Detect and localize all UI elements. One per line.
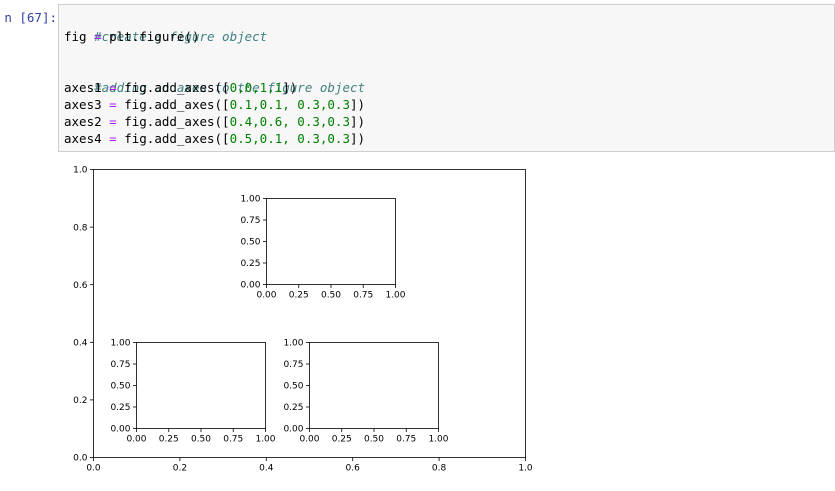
axes2-xtick-label: 0.00: [256, 291, 276, 301]
code-operator: =: [86, 29, 110, 44]
code-variable: axes3: [64, 97, 102, 112]
figure: 0.0 0.2 0.4 0.6 0.8 1.0 0.0 0.2 0.4 0.6 0.8 1.0 0.00…: [73, 166, 533, 474]
code-line: axes1 = fig.add_axes([0,0,1,1]): [64, 79, 297, 96]
axes3-xtick-label: 0.25: [159, 435, 179, 445]
axes4-ytick-label: 0.25: [283, 403, 303, 413]
axes1-ytick-label: 0.6: [73, 281, 88, 291]
code-operator: =: [101, 80, 125, 95]
code-line: axes3 = fig.add_axes([0.1,0.1, 0.3,0.3]): [64, 96, 365, 113]
axes2-ytick-label: 0.25: [240, 259, 260, 269]
code-operator: =: [101, 97, 125, 112]
code-text: ]): [350, 97, 366, 112]
axes3-frame: [136, 342, 266, 429]
axes1-ytick-label: 0.0: [73, 454, 88, 464]
axes1-ytick-label: 1.0: [73, 166, 88, 176]
axes1-xtick-label: 0.0: [86, 464, 101, 474]
axes3-xtick-label: 0.00: [126, 435, 146, 445]
axes2-xtick-label: 0.25: [289, 291, 309, 301]
axes1-ytick-label: 0.8: [73, 223, 88, 233]
axes1-xtick-label: 1.0: [518, 464, 533, 474]
code-line: #adding an axes to the figure object: [64, 62, 365, 95]
axes3-xtick-label: 1.00: [255, 435, 275, 445]
code-variable: axes4: [64, 131, 102, 146]
code-text: fig.add_axes([: [124, 97, 230, 112]
code-text: ]): [282, 80, 298, 95]
axes1-xtick-label: 0.4: [259, 464, 274, 474]
code-text: ]): [350, 131, 366, 146]
axes2-ytick-label: 0.50: [240, 238, 260, 248]
axes3-xtick-label: 0.75: [223, 435, 243, 445]
axes3-ytick-label: 0.75: [110, 360, 130, 370]
axes2-ytick-label: 0.00: [240, 281, 260, 291]
code-variable: fig: [64, 29, 87, 44]
axes2-ytick-label: 0.75: [240, 216, 260, 226]
code-text: fig.add_axes([: [124, 131, 230, 146]
axes1-xtick-label: 0.6: [346, 464, 361, 474]
code-line: #create a figure object: [64, 11, 267, 44]
code-numbers: 0.5,0.1, 0.3,0.3: [229, 131, 350, 146]
axes2-xtick-label: 1.00: [385, 291, 405, 301]
code-text: fig.add_axes([: [124, 80, 230, 95]
code-operator: =: [101, 131, 125, 146]
axes2-xtick-label: 0.50: [321, 291, 341, 301]
code-cell[interactable]: #create a figure object fig = plt.figure…: [58, 4, 835, 152]
axes2-xtick-label: 0.75: [353, 291, 373, 301]
axes1-ytick-label: 0.4: [73, 339, 88, 349]
axes4-ytick-label: 0.75: [283, 360, 303, 370]
code-line: axes2 = fig.add_axes([0.4,0.6, 0.3,0.3]): [64, 113, 365, 130]
axes1-xtick-label: 0.2: [173, 464, 187, 474]
output-area: 0.0 0.2 0.4 0.6 0.8 1.0 0.0 0.2 0.4 0.6 0.8 1.0 0.00…: [58, 152, 835, 491]
code-line: fig = plt.figure(): [64, 28, 199, 45]
code-numbers: 0,0,1,1: [229, 80, 283, 95]
code-operator: =: [101, 114, 125, 129]
axes4-xtick-label: 0.25: [332, 435, 352, 445]
code-numbers: 0.4,0.6, 0.3,0.3: [229, 114, 350, 129]
axes3-ytick-label: 0.00: [110, 425, 130, 435]
axes3-ytick-label: 1.00: [110, 339, 130, 349]
axes4-xtick-label: 0.50: [364, 435, 384, 445]
axes2-frame: [266, 198, 396, 285]
axes4-xtick-label: 1.00: [428, 435, 448, 445]
axes4-xtick-label: 0.75: [396, 435, 416, 445]
code-text: fig.add_axes([: [124, 114, 230, 129]
input-prompt: n [67]:: [0, 10, 60, 28]
axes1-ytick-label: 0.2: [73, 396, 87, 406]
axes4-xtick-label: 0.00: [299, 435, 319, 445]
code-variable: axes1: [64, 80, 102, 95]
axes3-ytick-label: 0.25: [110, 403, 130, 413]
axes4-ytick-label: 0.00: [283, 425, 303, 435]
code-variable: axes2: [64, 114, 102, 129]
axes2-ytick-label: 1.00: [240, 195, 260, 205]
axes1-xtick-label: 0.8: [432, 464, 447, 474]
prompt-label: n [67]:: [4, 10, 57, 25]
code-text: ]): [350, 114, 366, 129]
axes4-frame: [309, 342, 439, 429]
axes4-ytick-label: 1.00: [283, 339, 303, 349]
axes3-ytick-label: 0.50: [110, 382, 130, 392]
code-numbers: 0.1,0.1, 0.3,0.3: [229, 97, 350, 112]
axes3-xtick-label: 0.50: [191, 435, 211, 445]
code-line: axes4 = fig.add_axes([0.5,0.1, 0.3,0.3]): [64, 130, 365, 147]
axes4-ytick-label: 0.50: [283, 382, 303, 392]
code-text: plt.figure(): [109, 29, 200, 44]
